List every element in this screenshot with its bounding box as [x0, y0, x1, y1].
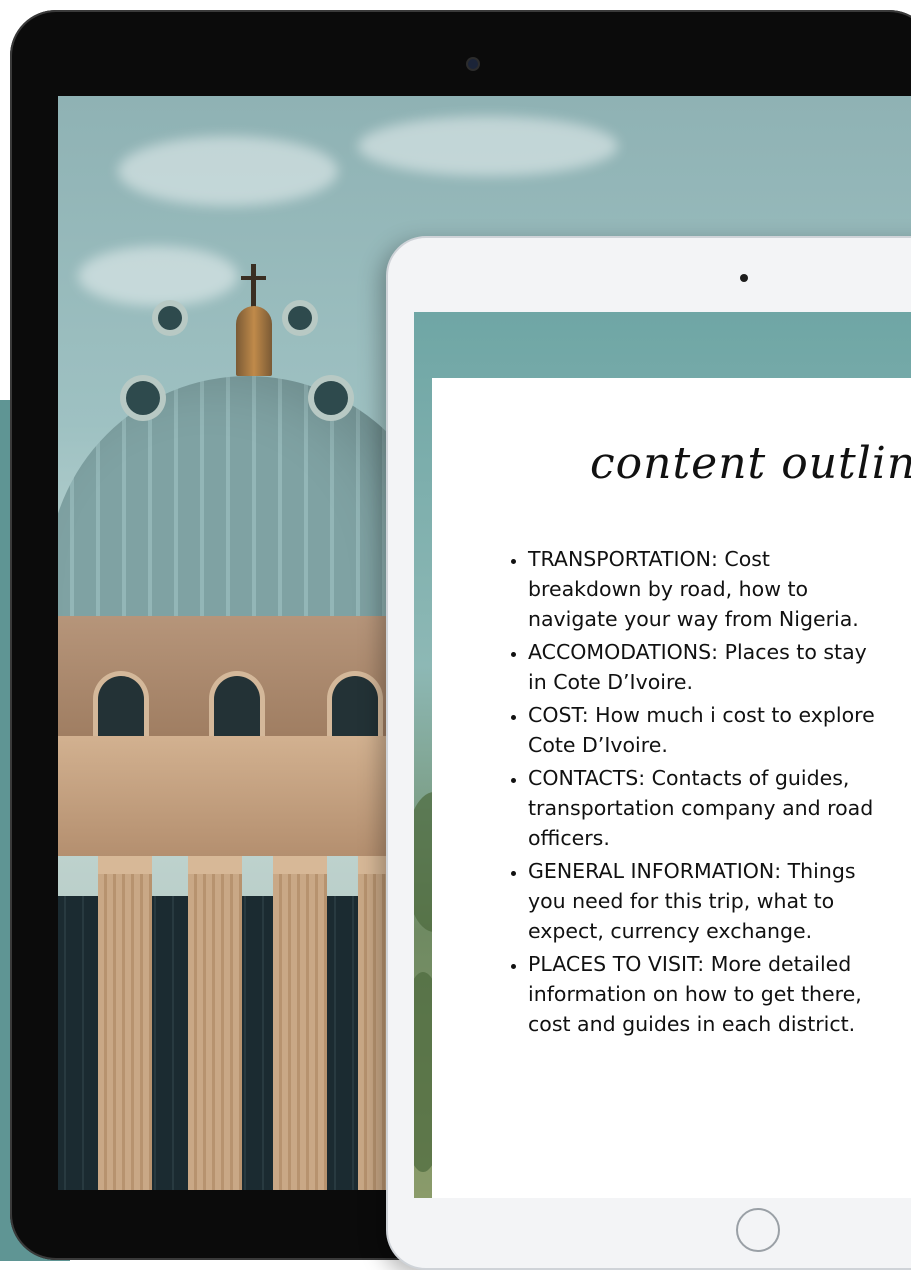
list-item: TRANSPORTATION: Cost breakdown by road, … — [528, 544, 911, 634]
column — [98, 856, 152, 1190]
landscape-photo: content outline. TRANSPORTATION: Cost br… — [414, 312, 911, 1198]
front-tablet: content outline. TRANSPORTATION: Cost br… — [386, 236, 911, 1270]
content-outline-card: content outline. TRANSPORTATION: Cost br… — [432, 378, 911, 1198]
home-button[interactable] — [736, 1208, 780, 1252]
content-outline-title: content outline. — [590, 438, 911, 489]
camera-icon — [468, 59, 478, 69]
cross-icon — [251, 264, 256, 309]
column — [188, 856, 242, 1190]
list-item: CONTACTS: Contacts of guides, transporta… — [528, 763, 911, 853]
dome-lantern — [236, 306, 272, 376]
list-item: COST: How much i cost to explore Cote D’… — [528, 700, 911, 760]
list-item: PLACES TO VISIT: More detailed informati… — [528, 949, 911, 1039]
list-item: GENERAL INFORMATION: Things you need for… — [528, 856, 911, 946]
camera-icon — [740, 274, 748, 282]
column — [273, 856, 327, 1190]
list-item: ACCOMODATIONS: Places to stay in Cote D’… — [528, 637, 911, 697]
outline-list: TRANSPORTATION: Cost breakdown by road, … — [508, 544, 911, 1042]
